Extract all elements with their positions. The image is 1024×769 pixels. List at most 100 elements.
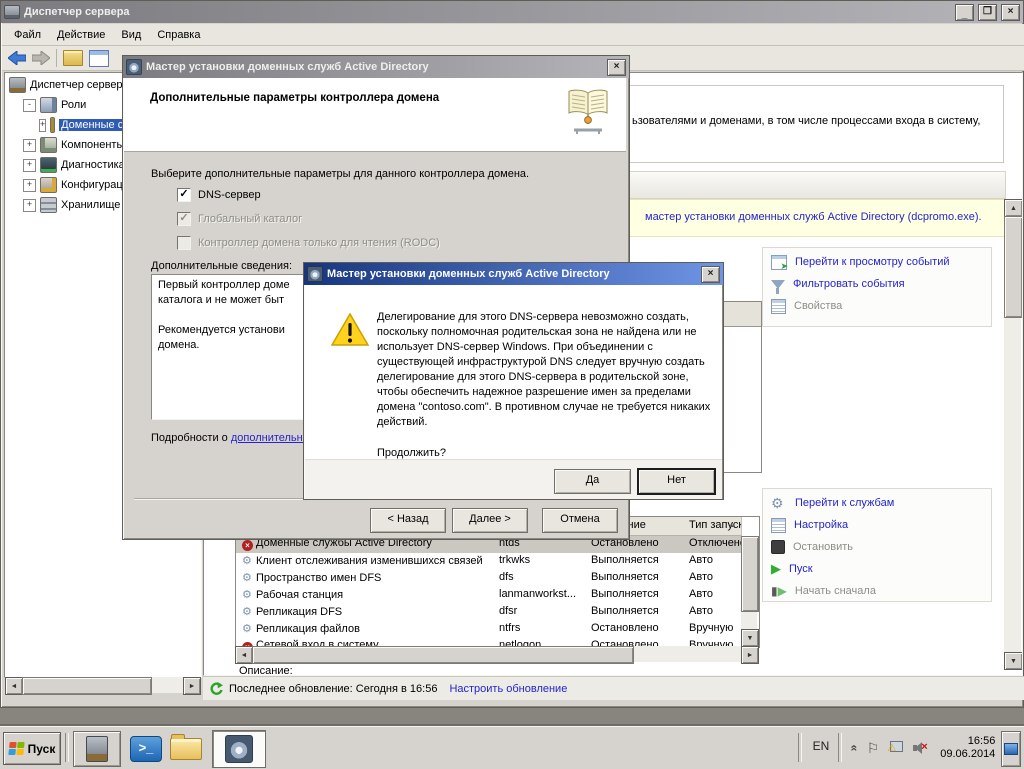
- checkbox-rodc[interactable]: Контроллер домена только для чтения (ROD…: [177, 236, 440, 250]
- back-icon[interactable]: [8, 51, 26, 65]
- action-go-to-services[interactable]: ⚙ Перейти к службам: [771, 493, 894, 513]
- start-button[interactable]: Пуск: [3, 732, 61, 765]
- folder-icon[interactable]: [170, 734, 202, 760]
- action-stop-service[interactable]: Остановить: [771, 537, 853, 557]
- task-button-server-manager[interactable]: [73, 731, 121, 767]
- tree-item-configuration[interactable]: + Конфигурация: [23, 177, 135, 193]
- configure-icon: [771, 517, 786, 533]
- tree-item-features[interactable]: + Компоненты: [23, 137, 124, 153]
- action-start-service[interactable]: ▶ Пуск: [771, 559, 813, 579]
- table-row[interactable]: ⚙ Пространство имен DFS dfs Выполняется А…: [236, 570, 741, 587]
- server-manager-titlebar: Диспетчер сервера _ ❐ ×: [1, 1, 1023, 23]
- powershell-icon[interactable]: >_: [130, 736, 162, 762]
- wizard-heading: Дополнительные параметры контроллера дом…: [150, 92, 440, 104]
- tree-hscrollbar[interactable]: ◄ ►: [5, 677, 201, 695]
- show-hidden-icons-chevron[interactable]: «: [847, 745, 861, 752]
- configure-refresh-link[interactable]: Настроить обновление: [449, 683, 567, 695]
- dcpromo-icon: [126, 59, 142, 75]
- scroll-right-icon[interactable]: ►: [183, 677, 201, 695]
- action-filter-events[interactable]: Фильтровать события: [771, 274, 905, 294]
- console-window-icon[interactable]: [89, 49, 109, 67]
- window-title: Диспетчер сервера: [24, 6, 130, 18]
- menu-help[interactable]: Справка: [149, 26, 208, 44]
- action-properties[interactable]: Свойства: [771, 296, 842, 316]
- checkbox-global-catalog[interactable]: ✓ Глобальный каталог: [177, 212, 302, 226]
- details-prefix: Подробности о: [151, 432, 231, 444]
- wizard-header: Дополнительные параметры контроллера дом…: [124, 78, 626, 152]
- next-button[interactable]: Далее >: [452, 508, 528, 533]
- additional-info-label: Дополнительные сведения:: [151, 260, 292, 272]
- alert-close-icon[interactable]: ×: [701, 265, 720, 283]
- tray-separator: [798, 733, 802, 762]
- expand-icon[interactable]: +: [23, 158, 36, 172]
- menu-file[interactable]: Файл: [6, 26, 49, 44]
- menu-action[interactable]: Действие: [49, 26, 113, 44]
- scroll-thumb[interactable]: [22, 677, 152, 695]
- checkbox-checked-icon[interactable]: ✓: [177, 188, 191, 202]
- scroll-thumb[interactable]: [741, 536, 759, 612]
- tree-item-diagnostics[interactable]: + Диагностика: [23, 157, 125, 173]
- back-button[interactable]: < Назад: [370, 508, 446, 533]
- export-icon[interactable]: [63, 50, 83, 66]
- flag-icon[interactable]: ⚐: [867, 740, 880, 757]
- expand-icon[interactable]: +: [23, 198, 36, 212]
- show-desktop-button[interactable]: [1001, 731, 1021, 767]
- scroll-down-icon[interactable]: ▼: [741, 629, 759, 647]
- expand-icon[interactable]: +: [39, 118, 47, 132]
- service-gear-icon: ⚙: [242, 572, 252, 584]
- scroll-thumb[interactable]: [252, 646, 634, 664]
- menu-bar: Файл Действие Вид Справка: [2, 24, 1024, 46]
- expand-icon[interactable]: +: [23, 138, 36, 152]
- tray-clock[interactable]: 16:56 09.06.2014: [940, 735, 995, 761]
- collapse-icon[interactable]: -: [23, 98, 36, 112]
- table-row[interactable]: ⚙ Рабочая станция lanmanworkst... Выполня…: [236, 587, 741, 604]
- toolbar-separator: [56, 49, 57, 67]
- scroll-down-icon[interactable]: ▼: [1004, 652, 1022, 670]
- wizard-close-icon[interactable]: ×: [607, 58, 626, 76]
- alert-title: Мастер установки доменных служб Active D…: [327, 268, 610, 280]
- dcpromo-banner-link[interactable]: мастер установки доменных служб Active D…: [645, 211, 982, 223]
- menu-view[interactable]: Вид: [113, 26, 149, 44]
- adds-role-icon: [50, 117, 56, 133]
- event-viewer-icon: ➤: [771, 254, 788, 271]
- tree-item-storage[interactable]: + Хранилище: [23, 197, 120, 213]
- network-warning-icon[interactable]: ⚠: [887, 741, 904, 755]
- scroll-left-icon[interactable]: ◄: [235, 646, 253, 664]
- scroll-up-icon[interactable]: ▲: [1004, 199, 1022, 217]
- yes-button[interactable]: Да: [554, 469, 631, 494]
- cancel-button[interactable]: Отмена: [542, 508, 618, 533]
- language-indicator[interactable]: EN: [808, 739, 834, 753]
- scroll-right-icon[interactable]: ►: [741, 646, 759, 664]
- table-hscrollbar[interactable]: ◄ ►: [235, 646, 759, 664]
- forward-icon[interactable]: [32, 51, 50, 65]
- configuration-icon: [40, 177, 57, 193]
- action-configure-service[interactable]: Настройка: [771, 515, 848, 535]
- action-go-to-event-viewer[interactable]: ➤ Перейти к просмотру событий: [771, 252, 950, 272]
- tree-root[interactable]: Диспетчер сервера: [9, 77, 129, 93]
- no-button[interactable]: Нет: [638, 469, 715, 494]
- checkbox-dns-server[interactable]: ✓ DNS-сервер: [177, 188, 261, 202]
- minimize-button[interactable]: _: [955, 3, 974, 21]
- content-vscrollbar[interactable]: ▲ ▼: [1004, 199, 1022, 670]
- tree-item-roles[interactable]: - Роли: [23, 97, 86, 113]
- volume-muted-icon[interactable]: ×: [913, 741, 929, 755]
- description-label: Описание:: [239, 665, 293, 676]
- features-icon: [40, 137, 57, 153]
- scroll-thumb[interactable]: [1004, 216, 1022, 318]
- role-description-text: ьзователями и доменами, в том числе проц…: [632, 115, 981, 127]
- table-vscrollbar[interactable]: ▼: [741, 536, 759, 647]
- action-restart-service[interactable]: ▮▶ Начать сначала: [771, 581, 876, 601]
- expand-icon[interactable]: +: [23, 178, 36, 192]
- taskbar: Пуск >_ EN « ⚐ ⚠ × 16:56 09.06.2014: [0, 726, 1024, 769]
- book-icon: [568, 89, 608, 134]
- dcpromo-icon: [307, 266, 323, 282]
- alert-titlebar: Мастер установки доменных служб Active D…: [304, 263, 723, 285]
- close-button[interactable]: ×: [1001, 3, 1020, 21]
- table-row[interactable]: ⚙ Клиент отслеживания изменившихся связей…: [236, 553, 741, 570]
- scroll-left-icon[interactable]: ◄: [5, 677, 23, 695]
- alert-footer: Да Нет: [305, 459, 722, 499]
- maximize-button[interactable]: ❐: [978, 3, 997, 21]
- table-row[interactable]: ⚙ Репликация DFS dfsr Выполняется Авто: [236, 604, 741, 621]
- task-button-dcpromo[interactable]: [212, 730, 266, 768]
- table-row[interactable]: ⚙ Репликация файлов ntfrs Остановлено Вру…: [236, 621, 741, 638]
